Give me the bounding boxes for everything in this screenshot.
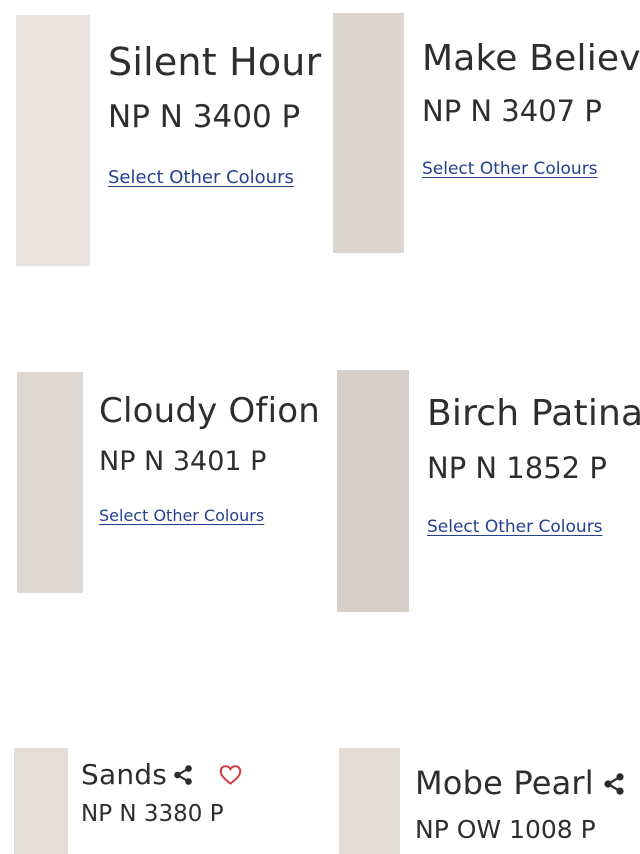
select-other-colours-link[interactable]: Select Other Colours <box>427 517 603 537</box>
colour-swatch[interactable] <box>14 748 68 854</box>
select-other-colours-link[interactable]: Select Other Colours <box>99 506 264 525</box>
colour-code: NP N 3401 P <box>99 446 267 477</box>
share-icon[interactable] <box>173 764 193 786</box>
share-icon[interactable] <box>603 772 625 796</box>
colour-code: NP N 3407 P <box>422 94 602 128</box>
colour-name: Mobe Pearl <box>415 764 594 802</box>
colour-name: Cloudy Ofion <box>99 391 320 431</box>
colour-name: Sands <box>81 758 168 791</box>
heart-icon[interactable] <box>219 764 242 786</box>
colour-swatch[interactable] <box>339 748 400 854</box>
colour-swatch[interactable] <box>337 370 409 612</box>
colour-swatch[interactable] <box>333 13 404 253</box>
colour-code: NP OW 1008 P <box>415 815 596 844</box>
colour-name: Make Believe <box>422 38 640 79</box>
colour-swatch[interactable] <box>17 372 83 593</box>
colour-code: NP N 1852 P <box>427 451 607 485</box>
colour-name: Birch Patina <box>427 393 640 434</box>
select-other-colours-link[interactable]: Select Other Colours <box>108 167 294 188</box>
colour-code: NP N 3380 P <box>81 801 224 827</box>
colour-code: NP N 3400 P <box>108 99 301 135</box>
colour-name: Silent Hour <box>108 40 322 84</box>
colour-swatch[interactable] <box>16 15 90 266</box>
select-other-colours-link[interactable]: Select Other Colours <box>422 159 598 179</box>
